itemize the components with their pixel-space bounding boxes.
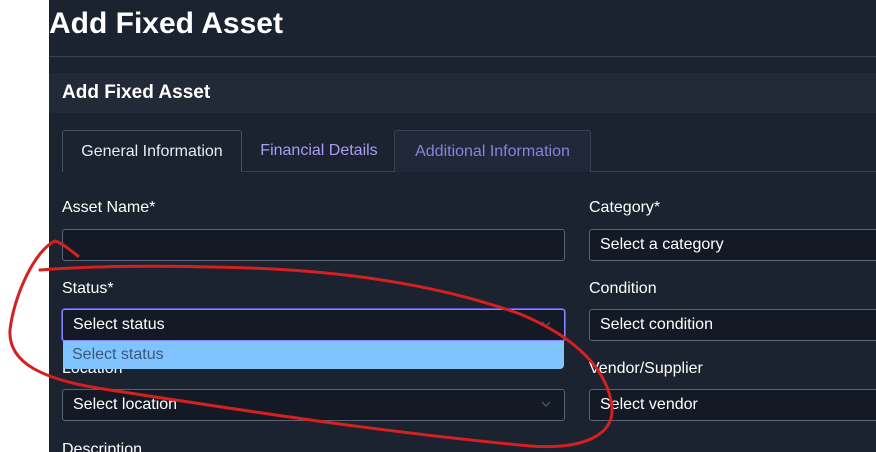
chevron-down-icon: [541, 401, 551, 407]
location-select[interactable]: Select location: [62, 389, 565, 421]
category-select-value: Select a category: [600, 236, 724, 253]
status-dropdown-list: Select status: [63, 341, 564, 369]
page-title: Add Fixed Asset: [49, 7, 283, 40]
card-header: Add Fixed Asset: [49, 73, 876, 113]
page-divider: [49, 56, 876, 57]
condition-select-value: Select condition: [600, 316, 713, 333]
condition-select[interactable]: Select condition: [589, 309, 876, 341]
location-select-value: Select location: [73, 396, 178, 413]
app-window: Add Fixed Asset Add Fixed Asset General …: [49, 0, 876, 452]
condition-label: Condition: [589, 280, 657, 297]
category-select[interactable]: Select a category: [589, 229, 876, 261]
description-label: Description: [62, 441, 143, 452]
vendor-select-value: Select vendor: [600, 396, 698, 413]
tab-financial-details[interactable]: Financial Details: [246, 130, 392, 172]
card-title: Add Fixed Asset: [62, 82, 211, 103]
status-label: Status*: [62, 280, 114, 297]
asset-name-label: Asset Name*: [62, 199, 156, 216]
status-select[interactable]: Select status: [62, 309, 565, 341]
vendor-select[interactable]: Select vendor: [589, 389, 876, 421]
category-label: Category*: [589, 199, 661, 216]
status-option[interactable]: Select status: [72, 346, 164, 364]
asset-name-input[interactable]: [62, 229, 565, 261]
vendor-label: Vendor/Supplier: [589, 360, 703, 377]
status-select-value: Select status: [73, 316, 165, 333]
tab-general-information[interactable]: General Information: [62, 130, 242, 172]
tab-additional-information[interactable]: Additional Information: [394, 130, 591, 172]
chevron-down-icon: [541, 321, 551, 327]
